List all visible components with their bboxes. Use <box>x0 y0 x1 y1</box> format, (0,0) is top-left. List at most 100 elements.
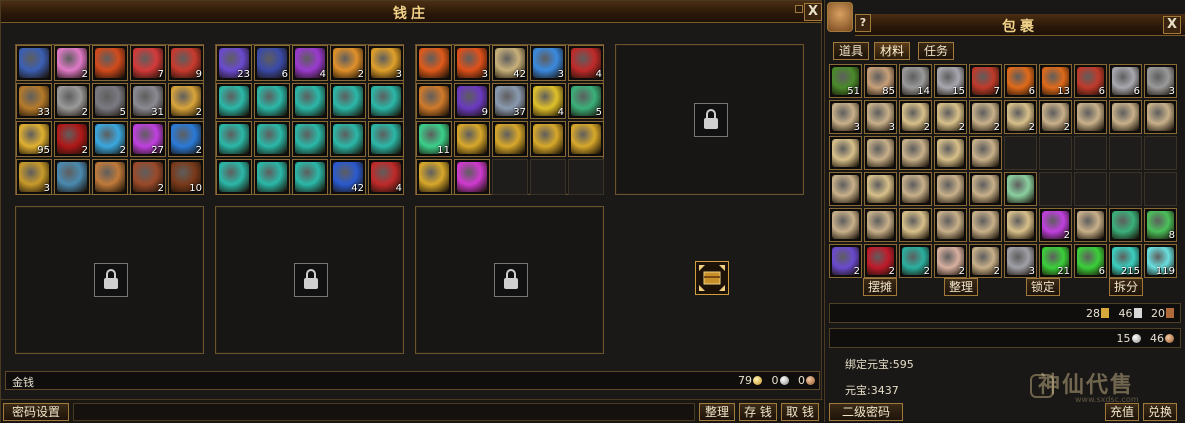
organize-button[interactable]: 整理 <box>699 403 735 421</box>
item-slot[interactable] <box>54 159 90 195</box>
item-slot[interactable] <box>254 83 290 119</box>
item-slot[interactable]: 119 <box>1144 244 1177 278</box>
item-slot[interactable] <box>934 136 967 170</box>
lock-icon[interactable] <box>494 263 528 297</box>
item-slot[interactable]: 3 <box>1004 244 1037 278</box>
item-slot[interactable] <box>1004 208 1037 242</box>
item-slot[interactable]: 8 <box>1144 208 1177 242</box>
recharge-button[interactable]: 充值 <box>1105 403 1139 421</box>
item-slot[interactable] <box>1074 100 1107 134</box>
item-slot[interactable]: 27 <box>130 121 166 157</box>
item-slot[interactable] <box>216 159 252 195</box>
item-slot[interactable] <box>530 121 566 157</box>
item-slot[interactable]: 2 <box>899 100 932 134</box>
empty-slot[interactable] <box>1109 136 1142 170</box>
item-slot[interactable] <box>829 172 862 206</box>
empty-slot[interactable] <box>1039 172 1072 206</box>
item-slot[interactable] <box>330 121 366 157</box>
empty-slot[interactable] <box>1144 172 1177 206</box>
item-slot[interactable] <box>216 83 252 119</box>
item-slot[interactable]: 95 <box>16 121 52 157</box>
item-slot[interactable]: 2 <box>130 159 166 195</box>
exchange-chest-icon[interactable] <box>695 261 729 295</box>
item-slot[interactable]: 5 <box>568 83 604 119</box>
item-slot[interactable] <box>92 159 128 195</box>
item-slot[interactable] <box>864 208 897 242</box>
item-slot[interactable]: 2 <box>864 244 897 278</box>
tab-items[interactable]: 道具 <box>833 42 870 60</box>
sort-button[interactable]: 整理 <box>944 278 978 296</box>
tab-quests[interactable]: 任务 <box>918 42 955 60</box>
withdraw-button[interactable]: 取 钱 <box>781 403 819 421</box>
item-slot[interactable] <box>1004 172 1037 206</box>
item-slot[interactable]: 6 <box>1074 244 1107 278</box>
item-slot[interactable] <box>292 121 328 157</box>
item-slot[interactable]: 2 <box>969 244 1002 278</box>
item-slot[interactable]: 3 <box>1144 64 1177 98</box>
item-slot[interactable] <box>829 208 862 242</box>
item-slot[interactable] <box>864 136 897 170</box>
stall-button[interactable]: 摆摊 <box>863 278 897 296</box>
empty-slot[interactable] <box>1109 172 1142 206</box>
item-slot[interactable]: 2 <box>969 100 1002 134</box>
item-slot[interactable] <box>454 121 490 157</box>
split-button[interactable]: 拆分 <box>1109 278 1143 296</box>
secondary-password-button[interactable]: 二级密码 <box>829 403 903 421</box>
empty-slot[interactable] <box>1144 136 1177 170</box>
item-slot[interactable] <box>899 172 932 206</box>
item-slot[interactable]: 5 <box>92 83 128 119</box>
item-slot[interactable]: 13 <box>1039 64 1072 98</box>
item-slot[interactable] <box>1109 100 1142 134</box>
item-slot[interactable] <box>934 208 967 242</box>
item-slot[interactable] <box>568 121 604 157</box>
item-slot[interactable]: 6 <box>1004 64 1037 98</box>
inventory-close-button[interactable]: X <box>1163 16 1181 34</box>
item-slot[interactable]: 6 <box>1074 64 1107 98</box>
lock-icon[interactable] <box>94 263 128 297</box>
item-slot[interactable] <box>864 172 897 206</box>
empty-slot[interactable] <box>1074 136 1107 170</box>
item-slot[interactable]: 2 <box>330 45 366 81</box>
item-slot[interactable]: 2 <box>934 100 967 134</box>
item-slot[interactable]: 51 <box>829 64 862 98</box>
pin-icon[interactable] <box>795 5 803 13</box>
inventory-titlebar[interactable]: 包裹 <box>855 14 1185 36</box>
empty-slot[interactable] <box>492 159 528 195</box>
item-slot[interactable] <box>216 121 252 157</box>
empty-slot[interactable] <box>530 159 566 195</box>
item-slot[interactable] <box>969 136 1002 170</box>
item-slot[interactable] <box>416 83 452 119</box>
tab-materials[interactable]: 材料 <box>874 42 911 60</box>
item-slot[interactable]: 10 <box>168 159 204 195</box>
item-slot[interactable]: 85 <box>864 64 897 98</box>
item-slot[interactable]: 2 <box>899 244 932 278</box>
item-slot[interactable] <box>254 159 290 195</box>
item-slot[interactable]: 3 <box>368 45 404 81</box>
item-slot[interactable]: 2 <box>1039 208 1072 242</box>
item-slot[interactable] <box>454 159 490 195</box>
password-settings-button[interactable]: 密码设置 <box>3 403 69 421</box>
empty-slot[interactable] <box>568 159 604 195</box>
exchange-button[interactable]: 兑换 <box>1143 403 1177 421</box>
item-slot[interactable]: 3 <box>454 45 490 81</box>
item-slot[interactable]: 42 <box>492 45 528 81</box>
item-slot[interactable] <box>934 172 967 206</box>
item-slot[interactable] <box>969 172 1002 206</box>
item-slot[interactable]: 2 <box>54 121 90 157</box>
item-slot[interactable] <box>368 83 404 119</box>
item-slot[interactable] <box>416 45 452 81</box>
item-slot[interactable]: 21 <box>1039 244 1072 278</box>
item-slot[interactable]: 2 <box>54 45 90 81</box>
item-slot[interactable] <box>492 121 528 157</box>
item-slot[interactable]: 3 <box>16 159 52 195</box>
inventory-help-button[interactable]: ? <box>855 14 871 32</box>
item-slot[interactable] <box>1074 208 1107 242</box>
item-slot[interactable] <box>92 45 128 81</box>
item-slot[interactable]: 2 <box>829 244 862 278</box>
item-slot[interactable]: 2 <box>168 121 204 157</box>
item-slot[interactable]: 14 <box>899 64 932 98</box>
item-slot[interactable] <box>292 159 328 195</box>
item-slot[interactable]: 215 <box>1109 244 1142 278</box>
item-slot[interactable]: 4 <box>368 159 404 195</box>
lock-button[interactable]: 锁定 <box>1026 278 1060 296</box>
